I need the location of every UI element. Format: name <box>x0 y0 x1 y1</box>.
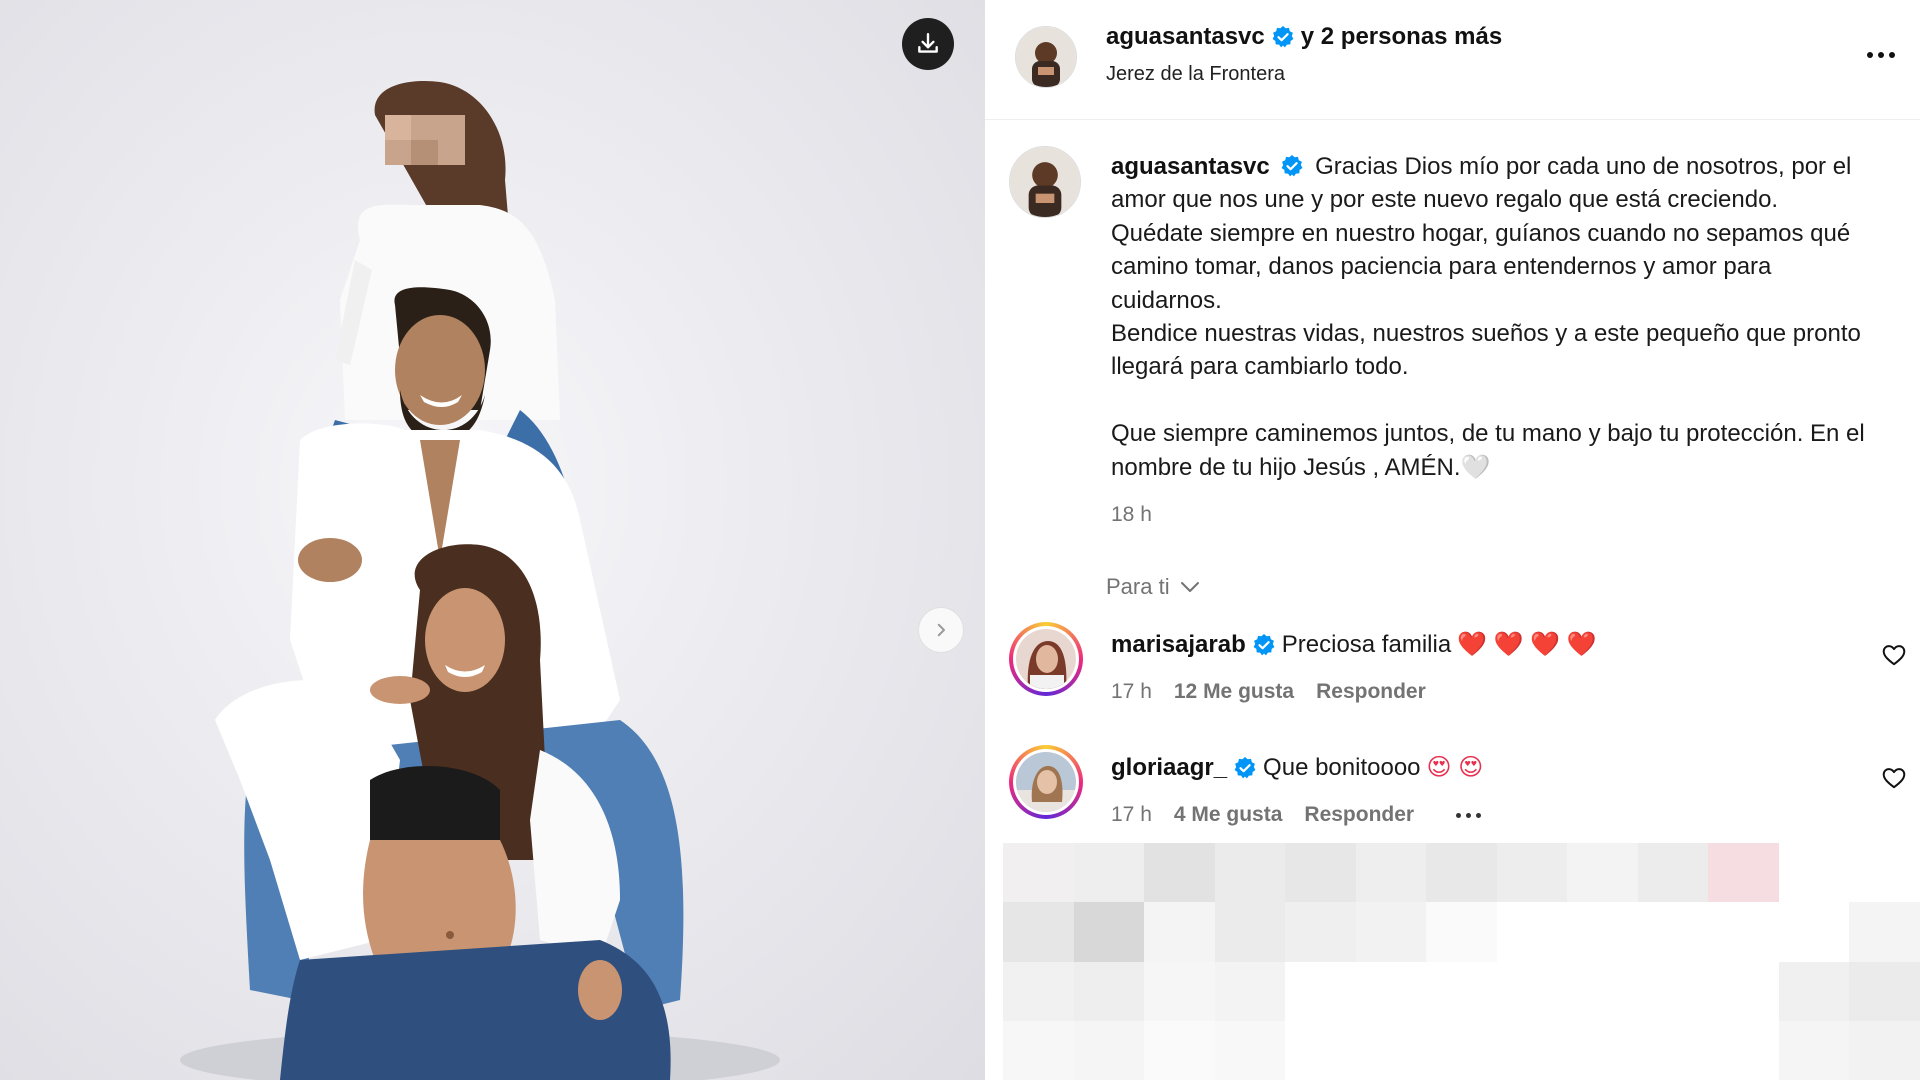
red-heart-emojis: ❤️ ❤️ ❤️ ❤️ <box>1457 631 1597 658</box>
comment-body: gloriaagr_ Que bonitoooo 😍 😍 <box>1111 753 1483 782</box>
post-caption: aguasantasvc Gracias Dios mío por cada u… <box>1111 150 1871 484</box>
download-button[interactable] <box>902 18 954 70</box>
heart-eyes-emojis: 😍 😍 <box>1426 754 1484 781</box>
comment-body: marisajarab Preciosa familia ❤️ ❤️ ❤️ ❤️ <box>1111 630 1597 659</box>
heart-outline-icon[interactable] <box>1881 765 1907 791</box>
reply-button[interactable]: Responder <box>1304 803 1414 827</box>
caption-text-p2: Bendice nuestras vidas, nuestros sueños … <box>1111 320 1861 381</box>
comment-time[interactable]: 17 h <box>1111 680 1152 704</box>
post-details-panel: aguasantasvc y 2 personas más Jerez de l… <box>985 0 1920 1080</box>
more-options-button[interactable] <box>1861 40 1901 70</box>
comment-username[interactable]: marisajarab <box>1111 631 1246 659</box>
verified-badge-icon <box>1272 26 1294 48</box>
verified-badge-icon <box>1282 154 1303 177</box>
comment-text: Que bonitoooo <box>1263 753 1421 781</box>
family-photo-illustration <box>0 0 985 1080</box>
para-ti-label: Para ti <box>1106 574 1170 599</box>
comment-time[interactable]: 17 h <box>1111 803 1152 827</box>
more-horizontal-icon <box>1867 52 1873 58</box>
header-location[interactable]: Jerez de la Frontera <box>1106 63 1285 86</box>
comment-more-options-button[interactable] <box>1456 812 1482 818</box>
comment-item: marisajarab Preciosa familia ❤️ ❤️ ❤️ ❤️… <box>985 622 1920 732</box>
next-photo-button[interactable] <box>918 607 964 653</box>
white-heart-emoji: 🤍 <box>1460 453 1491 481</box>
comment-username[interactable]: gloriaagr_ <box>1111 754 1227 782</box>
header-avatar[interactable] <box>1015 26 1077 88</box>
comment-text: Preciosa familia <box>1281 630 1452 658</box>
chevron-down-icon <box>1180 582 1199 592</box>
comment-meta: 17 h 4 Me gusta Responder <box>1111 803 1482 827</box>
para-ti-sort-button[interactable]: Para ti <box>1106 574 1200 600</box>
post-photo <box>0 0 985 1080</box>
download-icon <box>918 33 938 53</box>
header-users: aguasantasvc y 2 personas más <box>1106 23 1502 51</box>
post-header: aguasantasvc y 2 personas más Jerez de l… <box>985 0 1920 120</box>
caption-username[interactable]: aguasantasvc <box>1111 153 1270 180</box>
comment-avatar[interactable] <box>1009 745 1083 819</box>
caption-avatar[interactable] <box>1009 146 1081 218</box>
comment-meta: 17 h 12 Me gusta Responder <box>1111 680 1426 704</box>
comment-likes[interactable]: 4 Me gusta <box>1174 803 1283 827</box>
reply-button[interactable]: Responder <box>1316 680 1426 704</box>
verified-badge-icon <box>1253 633 1275 655</box>
header-username[interactable]: aguasantasvc <box>1106 23 1265 51</box>
comment-likes[interactable]: 12 Me gusta <box>1174 680 1294 704</box>
comment-avatar[interactable] <box>1009 622 1083 696</box>
chevron-right-icon <box>937 623 945 637</box>
verified-badge-icon <box>1234 756 1256 778</box>
comment-item: gloriaagr_ Que bonitoooo 😍 😍 17 h 4 Me g… <box>985 745 1920 855</box>
heart-outline-icon[interactable] <box>1881 642 1907 668</box>
pixelated-hidden-comments <box>1003 843 1920 1080</box>
header-others-link[interactable]: y 2 personas más <box>1301 23 1502 51</box>
caption-timestamp[interactable]: 18 h <box>1111 503 1152 527</box>
